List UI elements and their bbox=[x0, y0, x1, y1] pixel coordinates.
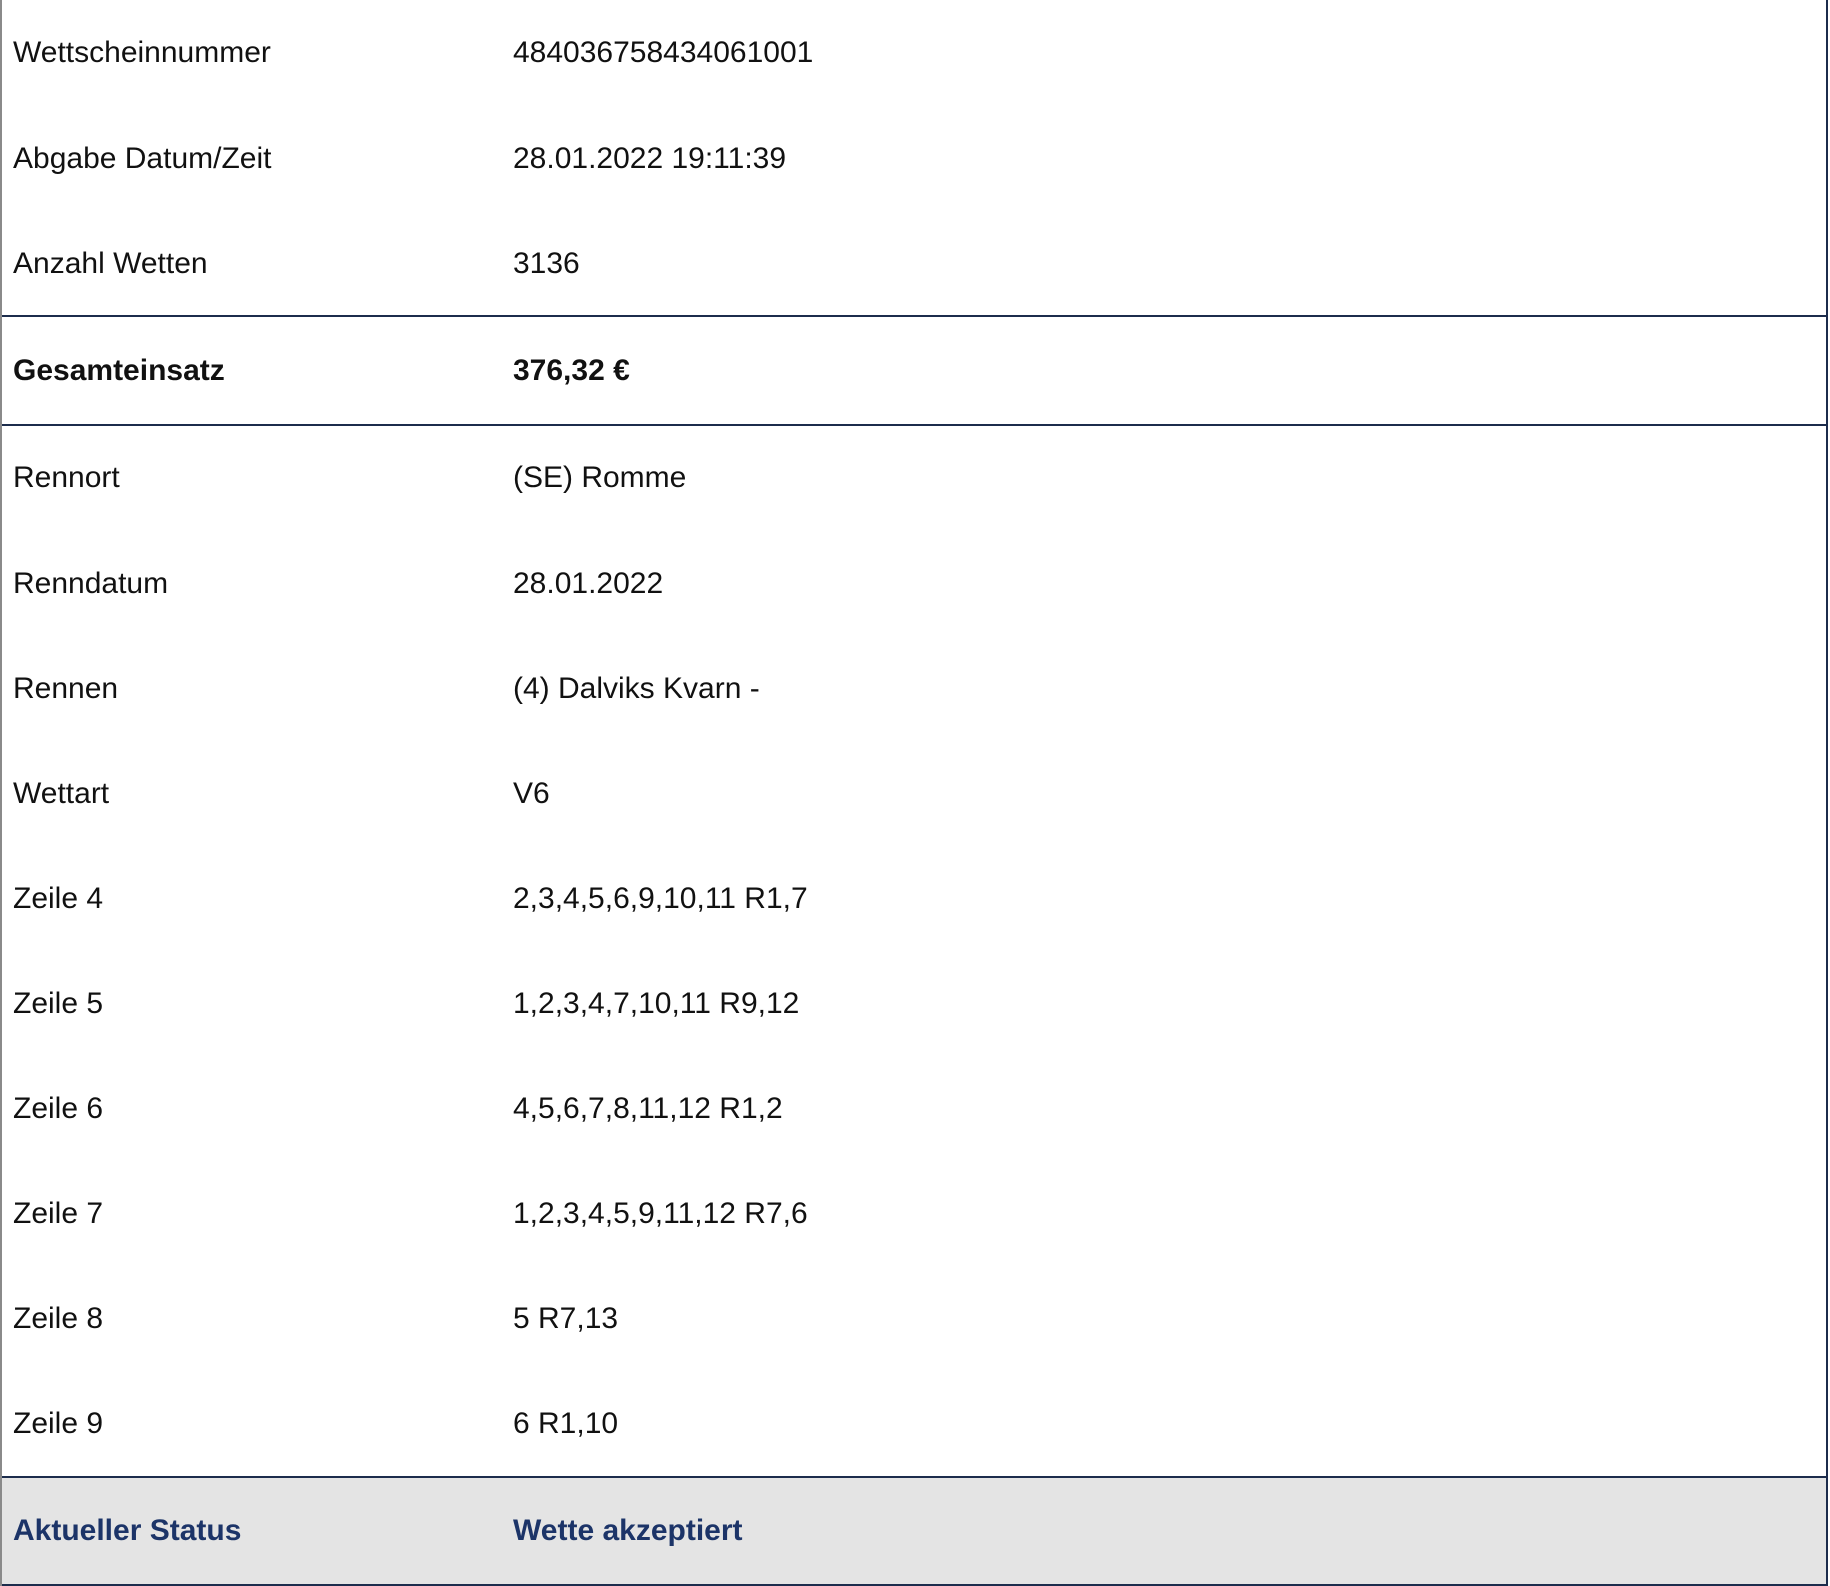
race-date-label: Renndatum bbox=[13, 567, 169, 600]
line-9-value: 6 R1,10 bbox=[513, 1407, 619, 1440]
row-current-status: Aktueller Status Wette akzeptiert bbox=[2, 1478, 1826, 1584]
line-6-label: Zeile 6 bbox=[13, 1092, 104, 1125]
row-line-8: Zeile 8 5 R7,13 bbox=[2, 1267, 1826, 1371]
bet-count-label: Anzahl Wetten bbox=[13, 246, 208, 280]
row-line-9: Zeile 9 6 R1,10 bbox=[2, 1371, 1826, 1477]
row-bet-type: Wettart V6 bbox=[2, 741, 1826, 847]
ticket-number-value: 484036758434061001 bbox=[513, 36, 814, 69]
line-5-value: 1,2,3,4,7,10,11 R9,12 bbox=[513, 987, 800, 1020]
bet-count-value: 3136 bbox=[513, 246, 580, 280]
line-4-label: Zeile 4 bbox=[13, 882, 104, 915]
current-status-label: Aktueller Status bbox=[13, 1514, 242, 1547]
row-race: Rennen (4) Dalviks Kvarn - bbox=[2, 637, 1826, 741]
row-line-7: Zeile 7 1,2,3,4,5,9,11,12 R7,6 bbox=[2, 1161, 1826, 1267]
line-6-value: 4,5,6,7,8,11,12 R1,2 bbox=[513, 1092, 783, 1125]
ticket-number-label: Wettscheinnummer bbox=[13, 36, 271, 69]
line-7-value: 1,2,3,4,5,9,11,12 R7,6 bbox=[513, 1197, 808, 1230]
race-label: Rennen bbox=[13, 672, 119, 705]
total-stake-value: 376,32 € bbox=[513, 353, 630, 387]
row-bet-count: Anzahl Wetten 3136 bbox=[2, 211, 1826, 316]
row-line-4: Zeile 4 2,3,4,5,6,9,10,11 R1,7 bbox=[2, 847, 1826, 951]
line-9-label: Zeile 9 bbox=[13, 1407, 104, 1440]
line-8-value: 5 R7,13 bbox=[513, 1302, 619, 1335]
row-line-6: Zeile 6 4,5,6,7,8,11,12 R1,2 bbox=[2, 1057, 1826, 1161]
row-ticket-number: Wettscheinnummer 484036758434061001 bbox=[2, 0, 1826, 106]
line-5-label: Zeile 5 bbox=[13, 987, 104, 1020]
race-venue-label: Rennort bbox=[13, 460, 120, 494]
row-race-venue: Rennort (SE) Romme bbox=[2, 426, 1826, 529]
row-submission-datetime: Abgabe Datum/Zeit 28.01.2022 19:11:39 bbox=[2, 106, 1826, 211]
submission-datetime-label: Abgabe Datum/Zeit bbox=[13, 141, 272, 175]
bet-type-value: V6 bbox=[513, 777, 550, 810]
line-7-label: Zeile 7 bbox=[13, 1197, 104, 1230]
row-race-date: Renndatum 28.01.2022 bbox=[2, 531, 1826, 637]
submission-datetime-value: 28.01.2022 19:11:39 bbox=[513, 141, 787, 175]
total-stake-label: Gesamteinsatz bbox=[13, 353, 225, 387]
race-date-value: 28.01.2022 bbox=[513, 567, 664, 600]
bet-ticket-details: Wettscheinnummer 484036758434061001 Abga… bbox=[0, 0, 1828, 1586]
race-venue-value: (SE) Romme bbox=[513, 460, 687, 494]
current-status-value: Wette akzeptiert bbox=[513, 1514, 743, 1547]
line-4-value: 2,3,4,5,6,9,10,11 R1,7 bbox=[513, 882, 808, 915]
row-total-stake: Gesamteinsatz 376,32 € bbox=[2, 317, 1826, 424]
race-value: (4) Dalviks Kvarn - bbox=[513, 672, 760, 705]
line-8-label: Zeile 8 bbox=[13, 1302, 104, 1335]
row-line-5: Zeile 5 1,2,3,4,7,10,11 R9,12 bbox=[2, 951, 1826, 1057]
bet-type-label: Wettart bbox=[13, 777, 110, 810]
